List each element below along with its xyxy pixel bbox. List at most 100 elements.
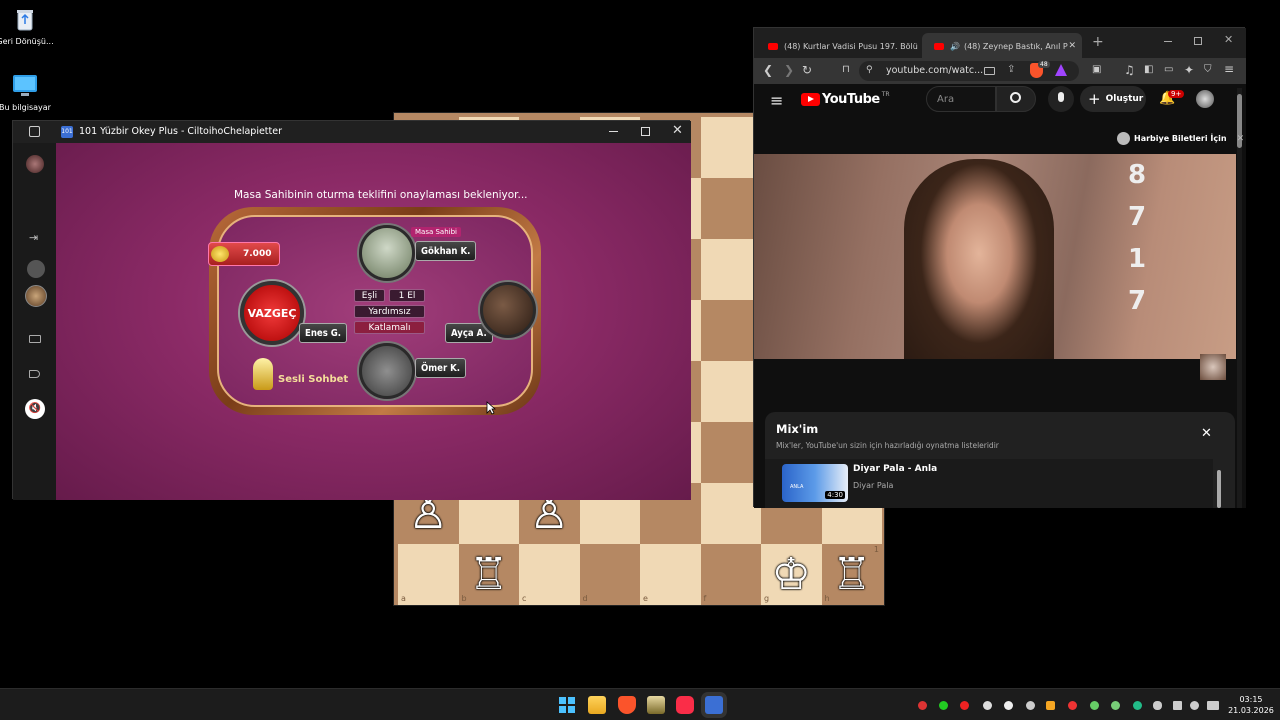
okey-taskbar-icon[interactable] [705, 696, 723, 714]
maximize-icon[interactable] [1194, 37, 1202, 45]
square-f5[interactable] [700, 300, 761, 361]
back-icon[interactable]: ❮ [763, 64, 773, 76]
player-avatar-bottom[interactable] [359, 343, 415, 399]
media-icon[interactable]: ♫ [1124, 64, 1135, 76]
hamburger-menu-icon[interactable]: ≡ [770, 91, 783, 110]
music-app-icon[interactable] [676, 696, 694, 714]
leo-icon[interactable]: ✦ [1184, 64, 1194, 76]
mix-item[interactable]: ANLA 4:30 Diyar Pala - Anla Diyar Pala [765, 459, 1213, 508]
bookmark-icon[interactable]: ⊓ [842, 64, 850, 76]
square-c1[interactable]: c [519, 544, 580, 605]
tag-icon[interactable] [29, 370, 40, 378]
search-button[interactable] [996, 86, 1036, 112]
scrollbar[interactable] [1237, 88, 1242, 508]
site-info-icon[interactable]: ⚲ [866, 65, 873, 75]
player-avatar-right[interactable] [480, 282, 536, 338]
mute-icon[interactable]: 🔇 [25, 399, 45, 419]
channel-thumbnail[interactable] [1200, 354, 1226, 380]
user-avatar-pixmenler[interactable] [25, 285, 47, 307]
square-a1[interactable]: a [398, 544, 459, 605]
square-d1[interactable]: d [579, 544, 640, 605]
tab-kurtlar-vadisi[interactable]: (48) Kurtlar Vadisi Pusu 197. Bölüm [756, 33, 918, 59]
game-app-icon[interactable] [647, 696, 665, 714]
tab-zeynep-bastik[interactable]: 🔊 (48) Zeynep Bastık, Anıl Piyan ✕ [922, 33, 1082, 59]
chess-piece-b1[interactable]: ♖ [469, 552, 508, 597]
create-button[interactable]: + Oluştur [1080, 86, 1146, 112]
tray-icon-2[interactable] [939, 701, 948, 710]
address-bar[interactable]: ⚲ youtube.com/watc... ⇪ 48 [859, 61, 1079, 81]
square-h1[interactable]: ♖ h 1 [821, 544, 882, 605]
chess-piece-h1[interactable]: ♖ [832, 552, 871, 597]
tray-icon-3[interactable] [960, 701, 969, 710]
recycle-bin-shortcut[interactable]: Geri Dönüşü... [0, 6, 55, 47]
tray-icon-4[interactable] [983, 701, 992, 710]
tab-close-icon[interactable]: ✕ [1068, 41, 1076, 51]
microphone-tray-icon[interactable] [1153, 701, 1162, 710]
volume-icon[interactable] [1190, 701, 1199, 710]
leave-button[interactable]: VAZGEÇ [240, 281, 304, 345]
share-icon[interactable]: ⇪ [1007, 64, 1015, 75]
exit-icon[interactable]: ⇥ [29, 231, 38, 244]
rewards-icon[interactable] [1055, 64, 1067, 76]
minimize-icon[interactable] [609, 131, 618, 132]
square-b1[interactable]: ♖ b [458, 544, 519, 605]
close-icon[interactable]: ✕ [672, 123, 683, 138]
banner-close-icon[interactable]: ✕ [1237, 134, 1245, 144]
forward-icon[interactable]: ❯ [784, 64, 794, 76]
cast-icon[interactable] [984, 67, 995, 75]
square-g1[interactable]: ♔ g [761, 544, 822, 605]
menu-icon[interactable]: ≡ [1224, 63, 1234, 75]
network-icon[interactable] [1173, 701, 1182, 710]
tray-icon-9[interactable] [1090, 701, 1099, 710]
this-pc-shortcut[interactable]: Bu bilgisayar [0, 72, 55, 113]
file-explorer-icon[interactable] [588, 696, 606, 714]
wallet-icon[interactable]: ▭ [1164, 64, 1173, 76]
tray-icon-11[interactable] [1133, 701, 1142, 710]
new-tab-button[interactable]: + [1092, 34, 1104, 50]
square-f2[interactable] [700, 483, 761, 544]
tray-icon-8[interactable] [1068, 701, 1077, 710]
video-player[interactable]: 8717 [754, 154, 1236, 359]
chess-piece-g1[interactable]: ♔ [772, 552, 811, 597]
profile-avatar[interactable] [26, 155, 44, 173]
maximize-icon[interactable] [641, 127, 650, 136]
square-f1[interactable]: f [700, 544, 761, 605]
tray-icon-5[interactable] [1004, 701, 1013, 710]
sidebar-toggle-icon[interactable] [29, 126, 40, 137]
search-input[interactable]: Ara [926, 86, 996, 112]
user-avatar-koko[interactable] [27, 260, 45, 278]
voice-search-button[interactable] [1048, 86, 1074, 112]
okey-title-bar[interactable]: 101 101 Yüzbir Okey Plus - CiltoihoChela… [13, 121, 691, 143]
microphone-icon[interactable] [253, 358, 273, 390]
square-f8[interactable] [700, 117, 761, 178]
close-icon[interactable]: ✕ [1224, 33, 1233, 46]
vpn-icon[interactable]: ⛉ [1204, 64, 1212, 76]
keyboard-icon[interactable] [29, 335, 41, 343]
tray-icon-1[interactable] [918, 701, 927, 710]
square-f4[interactable] [700, 361, 761, 422]
speaker-icon: 🔊 [950, 41, 960, 51]
panel-icon[interactable]: ◧ [1144, 64, 1153, 76]
mix-close-icon[interactable]: ✕ [1201, 426, 1212, 441]
tray-icon-6[interactable] [1026, 701, 1035, 710]
square-e1[interactable]: e [640, 544, 701, 605]
square-f3[interactable] [700, 422, 761, 483]
promo-banner[interactable]: Harbiye Biletleri İçin ✕ [1117, 132, 1244, 145]
account-avatar[interactable] [1196, 90, 1214, 108]
battery-icon[interactable] [1207, 701, 1219, 710]
square-f7[interactable] [700, 178, 761, 239]
clock[interactable]: 03:15 21.03.2026 [1226, 694, 1276, 716]
tray-icon-10[interactable] [1111, 701, 1120, 710]
tray-icon-7[interactable] [1046, 701, 1055, 710]
sidebar-icon[interactable]: ▣ [1092, 64, 1101, 76]
mix-scrollbar-thumb[interactable] [1217, 470, 1221, 508]
minimize-icon[interactable] [1164, 41, 1172, 42]
start-button[interactable] [558, 696, 576, 714]
player-avatar-top[interactable] [359, 225, 415, 281]
reload-icon[interactable]: ↻ [802, 64, 812, 76]
youtube-logo[interactable]: YouTube TR [801, 91, 890, 107]
okey-app-icon: 101 [61, 126, 73, 138]
square-f6[interactable] [700, 239, 761, 300]
voice-chat-label[interactable]: Sesli Sohbet [278, 374, 348, 385]
brave-browser-icon[interactable] [618, 696, 636, 714]
